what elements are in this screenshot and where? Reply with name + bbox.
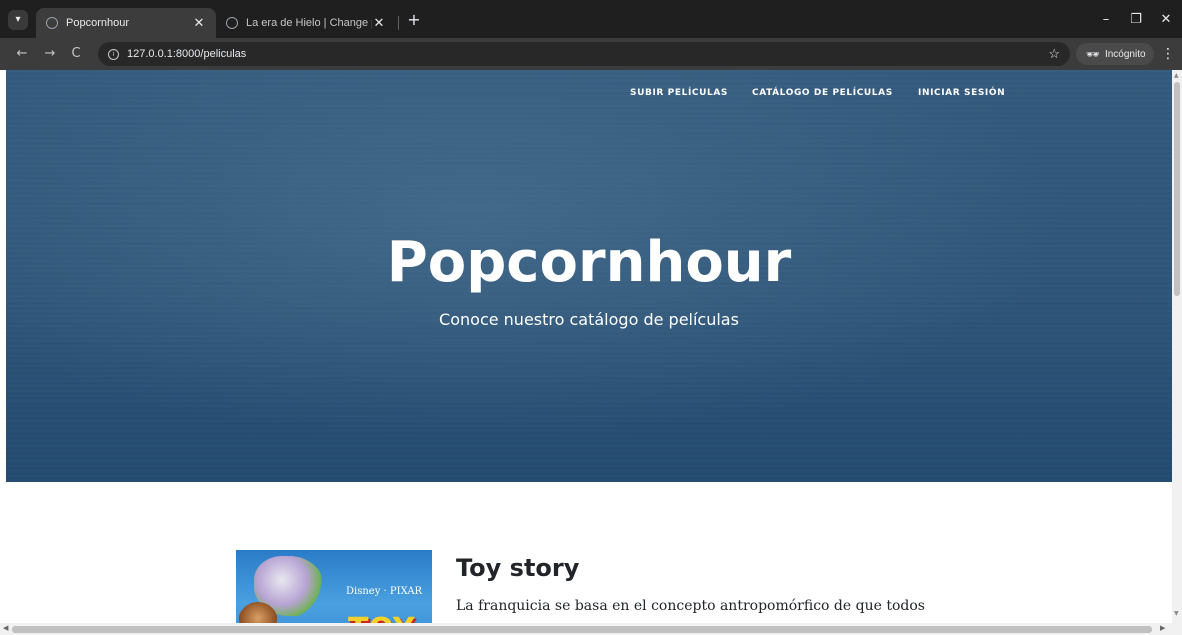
bookmark-star-icon[interactable]: ☆ [1048, 46, 1060, 62]
hero-title: Popcornhour [386, 230, 792, 295]
tab-title: La era de Hielo | Change proye [246, 17, 372, 29]
vertical-scrollbar[interactable]: ▲ ▼ [1172, 70, 1182, 623]
scroll-up-arrow-icon[interactable]: ▲ [1174, 72, 1179, 79]
hero-header: SUBIR PELÍCULAS CATÁLOGO DE PELÍCULAS IN… [6, 70, 1172, 482]
page-viewport: SUBIR PELÍCULAS CATÁLOGO DE PELÍCULAS IN… [0, 70, 1182, 635]
tab-popcornhour[interactable]: Popcornhour ✕ [36, 8, 216, 38]
close-icon[interactable]: ✕ [192, 15, 206, 31]
tab-search-button[interactable]: ▾ [8, 10, 28, 30]
tab-separator [398, 16, 399, 30]
horizontal-scroll-thumb[interactable] [12, 626, 1152, 633]
movie-title[interactable]: Toy story [456, 554, 579, 582]
vertical-scroll-thumb[interactable] [1174, 82, 1180, 296]
incognito-label: Incógnito [1104, 48, 1146, 60]
minimize-button[interactable]: – [1096, 10, 1116, 30]
reload-button[interactable]: C [66, 44, 86, 64]
browser-menu-button[interactable]: ⋮ [1160, 44, 1176, 64]
incognito-indicator[interactable]: 🕶 Incógnito [1076, 43, 1154, 65]
url-text: 127.0.0.1:8000/peliculas [127, 48, 247, 60]
movie-description: La franquicia se basa en el concepto ant… [456, 598, 925, 614]
incognito-icon: 🕶 [1086, 48, 1100, 61]
scroll-down-arrow-icon[interactable]: ▼ [1174, 610, 1179, 617]
restore-button[interactable]: ❐ [1126, 10, 1146, 30]
browser-toolbar: ← → C i 127.0.0.1:8000/peliculas ☆ 🕶 Inc… [0, 38, 1182, 70]
nav-catalogo-peliculas[interactable]: CATÁLOGO DE PELÍCULAS [752, 88, 893, 98]
address-bar[interactable]: i 127.0.0.1:8000/peliculas ☆ [98, 42, 1070, 66]
globe-icon [46, 17, 58, 29]
tab-la-era-de-hielo[interactable]: La era de Hielo | Change proye ✕ [216, 8, 396, 38]
scroll-left-arrow-icon[interactable]: ◀ [3, 624, 8, 632]
nav-subir-peliculas[interactable]: SUBIR PELÍCULAS [630, 88, 728, 98]
back-button[interactable]: ← [12, 44, 32, 64]
horizontal-scrollbar[interactable]: ◀ ▶ [0, 623, 1182, 635]
nav-iniciar-sesion[interactable]: INICIAR SESIÓN [918, 88, 1005, 98]
close-icon[interactable]: ✕ [372, 15, 386, 31]
tab-strip: ▾ Popcornhour ✕ La era de Hielo | Change… [0, 0, 1182, 38]
scroll-right-arrow-icon[interactable]: ▶ [1160, 624, 1165, 632]
forward-button[interactable]: → [40, 44, 60, 64]
tab-title: Popcornhour [66, 17, 129, 29]
globe-icon [226, 17, 238, 29]
poster-brand: Disney · PIXAR [346, 586, 423, 597]
window-close-button[interactable]: ✕ [1156, 10, 1176, 30]
new-tab-button[interactable]: + [404, 10, 424, 30]
hero-subtitle: Conoce nuestro catálogo de películas [439, 310, 739, 329]
site-info-icon[interactable]: i [108, 48, 119, 60]
